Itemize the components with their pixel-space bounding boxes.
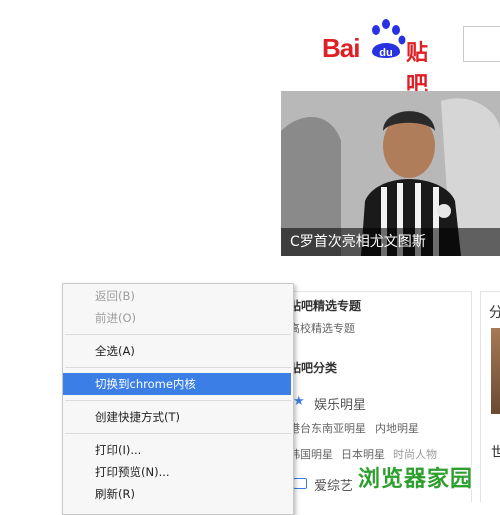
category-link[interactable]: 港台东南亚明星 <box>289 420 366 436</box>
right-panel-char: 世 <box>491 445 500 461</box>
menu-item-print[interactable]: 打印(I)... <box>63 439 291 461</box>
right-panel-image[interactable] <box>491 328 500 414</box>
category-link[interactable]: 内地明星 <box>375 420 419 436</box>
featured-topics-title: 贴吧精选专题 <box>289 299 362 313</box>
logo-tieba-text: 贴吧 <box>406 41 429 98</box>
category-link[interactable]: 日本明星 <box>341 446 385 462</box>
menu-item-create-shortcut[interactable]: 创建快捷方式(T) <box>63 406 291 428</box>
category-variety[interactable]: 爱综艺 <box>314 475 353 494</box>
logo-du-text: du <box>379 47 392 59</box>
category-link[interactable]: 韩国明星 <box>289 446 333 462</box>
menu-item-print-preview[interactable]: 打印预览(N)... <box>63 461 291 483</box>
category-link[interactable]: 时尚人物 <box>393 446 437 462</box>
right-panel-char: 分 <box>489 305 500 321</box>
menu-item-back[interactable]: 返回(B) <box>63 285 291 307</box>
menu-item-select-all[interactable]: 全选(A) <box>63 340 291 362</box>
hero-banner[interactable]: C罗首次亮相尤文图斯 <box>281 91 500 256</box>
baidu-tieba-logo[interactable]: Bai du 贴吧 <box>322 18 447 98</box>
star-icon: ★ <box>293 394 305 409</box>
logo-bai-text: Bai <box>322 33 360 63</box>
context-menu: 返回(B) 前进(O) 全选(A) 切换到chrome内核 创建快捷方式(T) … <box>62 283 294 515</box>
menu-item-refresh[interactable]: 刷新(R) <box>63 483 291 505</box>
menu-separator <box>65 400 291 401</box>
baidu-paw-icon: du <box>372 19 406 59</box>
featured-topic-link[interactable]: 高校精选专题 <box>289 320 355 336</box>
menu-item-switch-chrome-kernel[interactable]: 切换到chrome内核 <box>63 373 291 395</box>
category-title: 贴吧分类 <box>289 361 338 375</box>
category-entertainment[interactable]: 娱乐明星 <box>314 394 366 413</box>
hero-caption[interactable]: C罗首次亮相尤文图斯 <box>281 228 500 256</box>
search-input[interactable] <box>463 26 500 62</box>
tv-icon <box>293 478 307 489</box>
menu-separator <box>65 367 291 368</box>
watermark: 浏览器家园 <box>358 467 474 492</box>
menu-separator <box>65 433 291 434</box>
right-side-panel: 分 世 <box>480 291 500 502</box>
menu-item-forward[interactable]: 前进(O) <box>63 307 291 329</box>
menu-separator <box>65 334 291 335</box>
